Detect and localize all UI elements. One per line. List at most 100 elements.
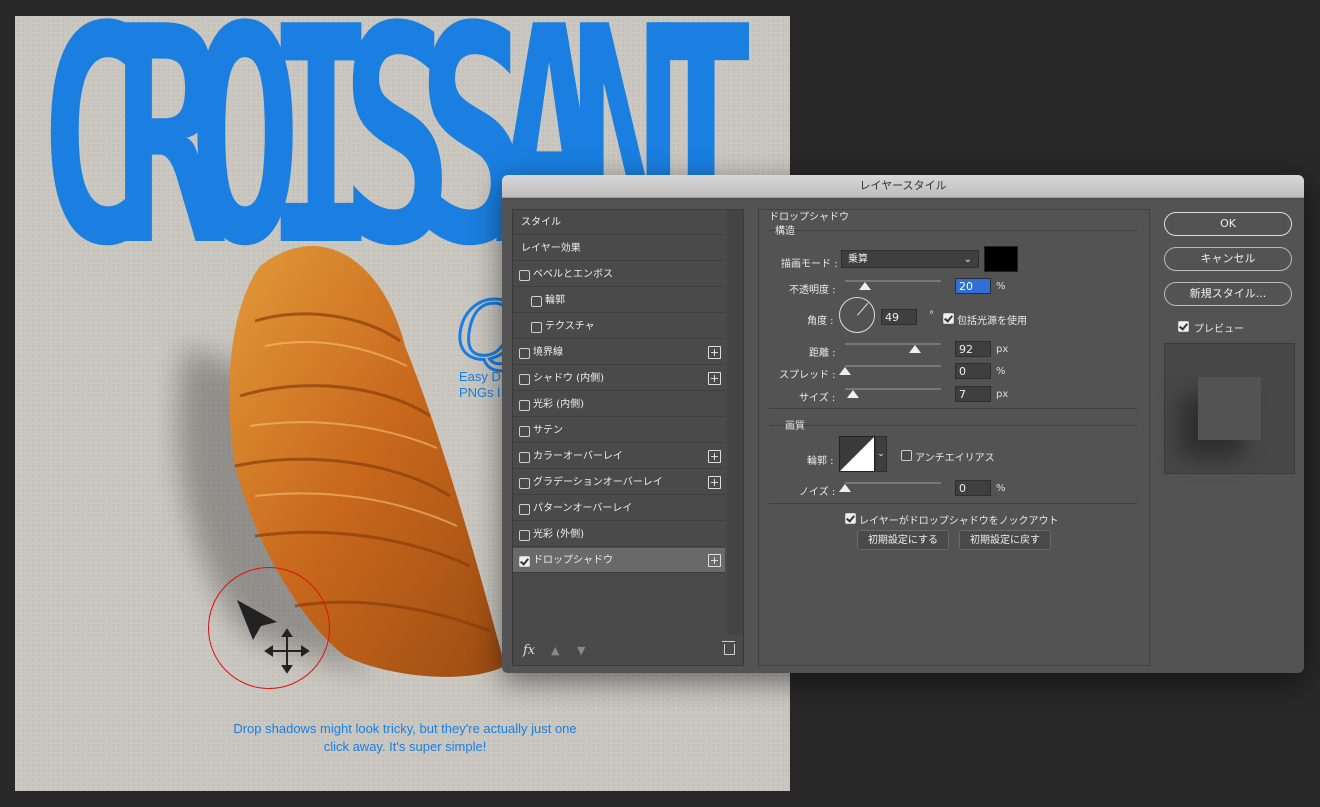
size-input[interactable]: 7 [955,386,991,402]
style-item[interactable]: パターンオーバーレイ [513,496,725,521]
knockout-checkbox[interactable] [845,513,856,524]
style-item[interactable]: シャドウ (内側) [513,366,725,391]
blend-mode-label: 描画モード : [781,259,838,270]
caption-text: Drop shadows might look tricky, but they… [233,721,577,754]
global-light-checkbox[interactable] [943,313,954,324]
style-item-label: シャドウ (内側) [533,373,604,384]
style-item-label: 光彩 (外側) [533,529,584,540]
antialias-checkbox[interactable] [901,450,912,461]
size-slider[interactable] [845,388,941,390]
preview-thumbnail [1164,343,1295,474]
angle-dial[interactable] [839,297,875,333]
angle-input[interactable]: 49 [881,309,917,325]
drop-shadow-panel: ドロップシャドウ 構造 描画モード : 乗算 ⌄ 不透明度 : 20 % 角度 … [758,209,1150,666]
style-item[interactable]: サテン [513,418,725,443]
new-style-button[interactable]: 新規スタイル... [1164,282,1292,306]
noise-slider-thumb[interactable] [839,484,851,492]
style-item-label: サテン [533,425,563,436]
spread-input[interactable]: 0 [955,363,991,379]
cancel-button[interactable]: キャンセル [1164,247,1292,271]
style-item[interactable]: 輪郭 [513,288,725,313]
style-checkbox[interactable] [519,426,530,437]
spread-slider[interactable] [845,365,941,367]
trash-icon[interactable] [722,641,735,655]
global-light-label: 包括光源を使用 [957,316,1027,327]
style-item[interactable]: レイヤー効果 [513,236,725,261]
style-checkbox[interactable] [519,374,530,385]
style-item[interactable]: ベベルとエンボス [513,262,725,287]
style-checkbox[interactable] [519,556,530,567]
croissant-image[interactable] [145,226,545,706]
style-item-label: パターンオーバーレイ [533,503,633,514]
style-checkbox[interactable] [519,504,530,515]
style-checkbox[interactable] [519,530,530,541]
spread-unit: % [996,366,1006,377]
spread-slider-thumb[interactable] [839,367,851,375]
style-item-label: レイヤー効果 [521,243,581,254]
highlight-circle [208,567,330,689]
spread-label: スプレッド : [779,370,836,381]
style-item[interactable]: 境界線 [513,340,725,365]
style-item[interactable]: 光彩 (内側) [513,392,725,417]
style-item-label: グラデーションオーバーレイ [533,477,663,488]
quality-group-divider [769,503,1137,504]
style-checkbox[interactable] [531,322,542,333]
style-checkbox[interactable] [531,296,542,307]
preview-checkbox[interactable] [1178,321,1189,332]
style-item[interactable]: スタイル [513,210,725,235]
structure-group [769,230,1137,231]
noise-slider[interactable] [845,482,941,484]
style-item-label: ドロップシャドウ [533,555,613,566]
structure-title: 構造 [775,226,795,237]
noise-input[interactable]: 0 [955,480,991,496]
distance-label: 距離 : [809,348,836,359]
preview-square [1198,377,1261,440]
chevron-down-icon: ⌄ [963,254,972,265]
style-item[interactable]: グラデーションオーバーレイ [513,470,725,495]
section-title: ドロップシャドウ [769,212,849,223]
add-effect-icon[interactable] [708,450,721,463]
distance-input[interactable]: 92 [955,341,991,357]
style-checkbox[interactable] [519,270,530,281]
add-effect-icon[interactable] [708,554,721,567]
reset-default-button[interactable]: 初期設定に戻す [959,530,1051,550]
ok-button[interactable]: OK [1164,212,1292,236]
style-checkbox[interactable] [519,348,530,359]
style-item[interactable]: 光彩 (外側) [513,522,725,547]
add-effect-icon[interactable] [708,476,721,489]
opacity-slider-thumb[interactable] [859,282,871,290]
opacity-unit: % [996,281,1006,292]
make-default-button[interactable]: 初期設定にする [857,530,949,550]
blend-mode-select[interactable]: 乗算 ⌄ [841,250,979,268]
add-effect-icon[interactable] [708,346,721,359]
size-label: サイズ : [799,393,836,404]
contour-dropdown[interactable]: ⌄ [875,436,887,472]
add-effect-icon[interactable] [708,372,721,385]
style-item[interactable]: カラーオーバーレイ [513,444,725,469]
contour-picker[interactable] [839,436,875,472]
style-item-label: カラーオーバーレイ [533,451,623,462]
size-unit: px [996,389,1009,400]
move-down-icon[interactable]: ▼ [577,644,585,657]
style-checkbox[interactable] [519,452,530,463]
antialias-label: アンチエイリアス [915,453,995,464]
distance-slider[interactable] [845,343,941,345]
quality-group [769,425,1137,426]
distance-slider-thumb[interactable] [909,345,921,353]
move-up-icon[interactable]: ▲ [551,644,559,657]
angle-label: 角度 : [807,316,834,327]
contour-label: 輪郭 : [807,456,834,467]
style-checkbox[interactable] [519,400,530,411]
style-item[interactable]: テクスチャ [513,314,725,339]
size-slider-thumb[interactable] [847,390,859,398]
opacity-label: 不透明度 : [789,285,836,296]
fx-icon[interactable]: fx [523,643,535,658]
dialog-title: レイヤースタイル [502,175,1304,198]
knockout-label: レイヤーがドロップシャドウをノックアウト [859,516,1059,527]
style-item[interactable]: ドロップシャドウ [513,548,725,573]
shadow-color-swatch[interactable] [984,246,1018,272]
move-cursor-icon [237,600,310,674]
styles-scrollbar[interactable] [727,210,743,635]
opacity-input[interactable]: 20 [955,278,991,294]
style-checkbox[interactable] [519,478,530,489]
